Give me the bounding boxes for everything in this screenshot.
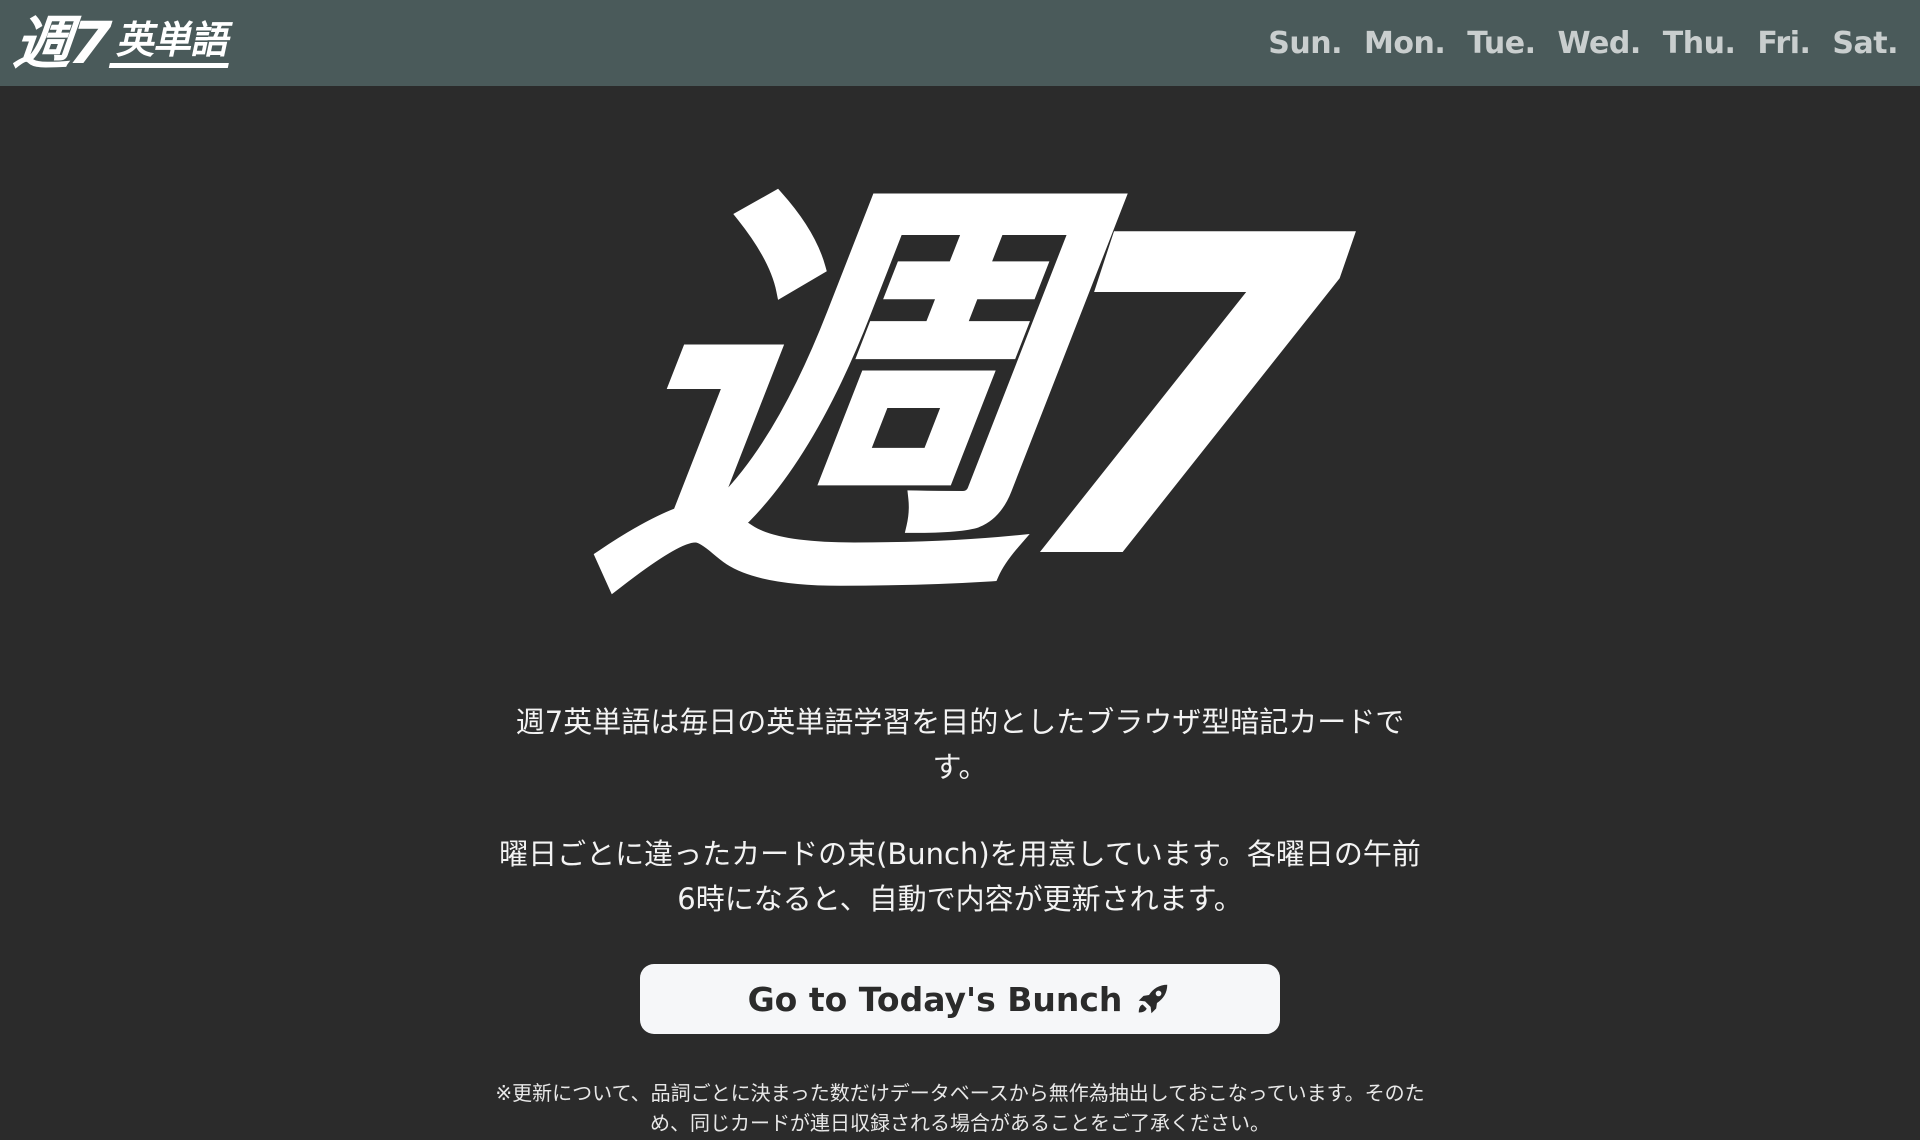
nav-day-friday[interactable]: Fri. <box>1757 26 1811 61</box>
nav-day-tuesday[interactable]: Tue. <box>1467 26 1536 61</box>
logo-english-words-text: 英単語 <box>109 18 239 68</box>
hero-section: 週7 <box>460 144 1460 656</box>
go-to-todays-bunch-button[interactable]: Go to Today's Bunch <box>640 964 1280 1034</box>
nav-day-saturday[interactable]: Sat. <box>1832 26 1898 61</box>
logo-week7-text: 週7 <box>10 9 112 77</box>
nav-day-thursday[interactable]: Thu. <box>1663 26 1736 61</box>
hero-logo: 週7 <box>570 144 1350 656</box>
nav-day-wednesday[interactable]: Wed. <box>1558 26 1642 61</box>
bunch-description: 曜日ごとに違ったカードの束(Bunch)を用意しています。各曜日の午前6時になる… <box>499 837 1421 916</box>
top-navigation-bar: 週7 英単語 Sun. Mon. Tue. Wed. Thu. Fri. Sat… <box>0 0 1920 86</box>
update-notice: ※更新について、品詞ごとに決まった数だけデータベースから無作為抽出しておこなって… <box>495 1081 1425 1135</box>
weekday-nav: Sun. Mon. Tue. Wed. Thu. Fri. Sat. <box>1268 0 1898 86</box>
nav-day-monday[interactable]: Mon. <box>1364 26 1446 61</box>
intro-description: 週7英単語は毎日の英単語学習を目的としたブラウザ型暗記カードです。 <box>515 705 1405 784</box>
rocket-icon <box>1139 984 1168 1014</box>
main-content: 週7英単語は毎日の英単語学習を目的としたブラウザ型暗記カードです。 曜日ごとに違… <box>460 700 1460 1138</box>
cta-label: Go to Today's Bunch <box>747 979 1123 1019</box>
nav-day-sunday[interactable]: Sun. <box>1268 26 1342 61</box>
site-logo[interactable]: 週7 英単語 <box>10 0 239 86</box>
